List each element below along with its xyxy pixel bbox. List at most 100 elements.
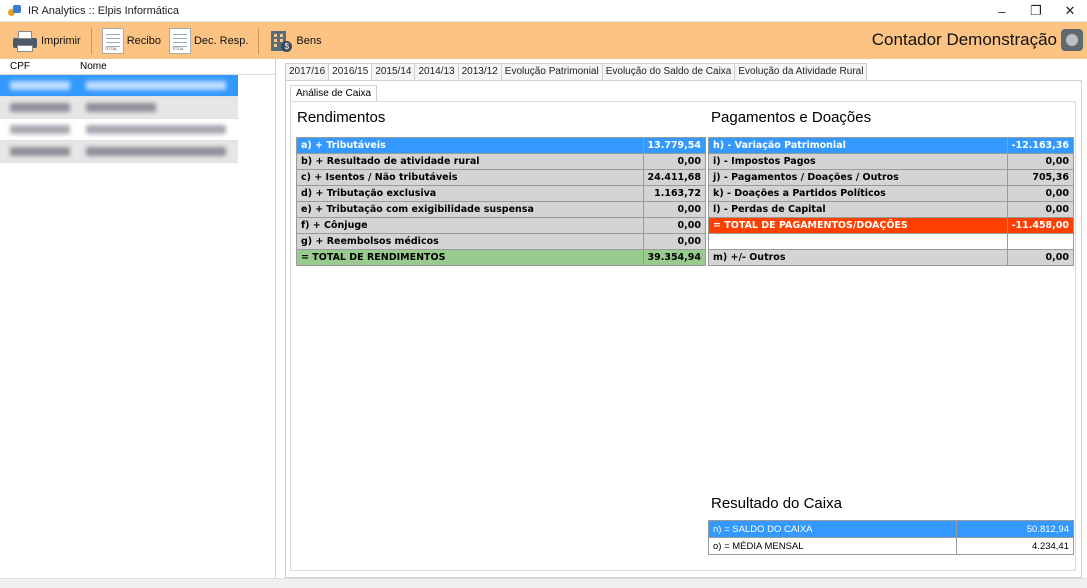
client-list-header: CPF Nome <box>0 59 275 75</box>
row-value: 0,00 <box>1006 153 1075 170</box>
table-row[interactable]: k) - Doações a Partidos Políticos 0,00 <box>708 185 1075 202</box>
minimize-button[interactable]: – <box>985 0 1019 22</box>
rendimentos-title: Rendimentos <box>297 109 386 126</box>
table-row[interactable]: e) + Tributação com exigibilidade suspen… <box>296 201 706 218</box>
redacted-cpf <box>10 125 70 134</box>
row-label: g) + Reembolsos médicos <box>296 233 644 250</box>
row-value: -11.458,00 <box>1006 217 1075 234</box>
row-value: 0,00 <box>1006 185 1075 202</box>
printer-icon <box>12 30 38 52</box>
table-row[interactable]: g) + Reembolsos médicos 0,00 <box>296 233 706 250</box>
row-value <box>1006 233 1075 250</box>
row-label: l) - Perdas de Capital <box>708 201 1008 218</box>
print-label: Imprimir <box>41 34 81 47</box>
dec-resp-doc-text: TOTAL <box>171 45 185 51</box>
pagamentos-table: h) - Variação Patrimonial -12.163,36 i) -… <box>708 137 1075 266</box>
row-value: 0,00 <box>1006 201 1075 218</box>
user-name: Contador Demonstração <box>871 30 1057 49</box>
row-value: 1.163,72 <box>642 185 706 202</box>
table-row[interactable]: f) + Cônjuge 0,00 <box>296 217 706 234</box>
table-row[interactable]: n) = SALDO DO CAIXA 50.812,94 <box>708 520 1075 538</box>
tab-analise-de-caixa[interactable]: Análise de Caixa <box>290 85 378 101</box>
toolbar: Imprimir TOTAL Recibo TOTAL Dec. Resp. $… <box>0 22 1087 59</box>
receipt-document-icon: TOTAL <box>101 27 124 54</box>
table-row[interactable]: m) +/- Outros 0,00 <box>708 249 1075 266</box>
column-header-cpf[interactable]: CPF <box>0 59 70 74</box>
toolbar-separator <box>258 27 260 54</box>
row-value: 50.812,94 <box>955 520 1075 538</box>
row-label: b) + Resultado de atividade rural <box>296 153 644 170</box>
row-label: e) + Tributação com exigibilidade suspen… <box>296 201 644 218</box>
total-row[interactable]: = TOTAL DE PAGAMENTOS/DOAÇÕES -11.458,00 <box>708 217 1075 234</box>
redacted-name <box>86 125 226 134</box>
row-label: = TOTAL DE RENDIMENTOS <box>296 249 644 266</box>
tab-2013-12[interactable]: 2013/12 <box>457 63 502 80</box>
table-row[interactable]: o) = MÉDIA MENSAL 4.234,41 <box>708 537 1075 555</box>
row-value: 0,00 <box>642 217 706 234</box>
row-label: d) + Tributação exclusiva <box>296 185 644 202</box>
user-avatar-icon[interactable] <box>1061 29 1083 51</box>
column-header-nome[interactable]: Nome <box>70 59 107 74</box>
tab-2016-15[interactable]: 2016/15 <box>328 63 373 81</box>
table-row[interactable]: i) - Impostos Pagos 0,00 <box>708 153 1075 170</box>
tab-evolucao-atividade-rural[interactable]: Evolução da Atividade Rural <box>734 63 868 80</box>
redacted-name <box>86 147 226 156</box>
toolbar-separator <box>90 27 92 54</box>
client-row[interactable] <box>0 119 238 141</box>
print-button[interactable]: Imprimir <box>8 26 85 56</box>
table-row[interactable]: j) - Pagamentos / Doações / Outros 705,36 <box>708 169 1075 186</box>
row-label <box>708 233 1008 250</box>
receipt-button[interactable]: TOTAL Recibo <box>98 26 165 56</box>
redacted-name <box>86 103 156 112</box>
client-row[interactable] <box>0 141 238 163</box>
bens-label: Bens <box>296 34 322 47</box>
row-label: n) = SALDO DO CAIXA <box>708 520 957 538</box>
table-row[interactable]: h) - Variação Patrimonial -12.163,36 <box>708 137 1075 154</box>
tab-2014-13[interactable]: 2014/13 <box>414 63 459 80</box>
redacted-cpf <box>10 103 70 112</box>
dec-resp-button[interactable]: TOTAL Dec. Resp. <box>165 26 252 56</box>
resultado-table: n) = SALDO DO CAIXA 50.812,94 o) = MÉDIA … <box>708 520 1075 555</box>
client-list-panel: CPF Nome <box>0 59 276 579</box>
row-value: 0,00 <box>1006 249 1075 266</box>
tab-2017-16[interactable]: 2017/16 <box>285 63 330 80</box>
tab-2015-14[interactable]: 2015/14 <box>371 63 416 80</box>
row-value: 4.234,41 <box>955 537 1075 555</box>
dec-resp-document-icon: TOTAL <box>168 27 191 54</box>
tab-evolucao-saldo-caixa[interactable]: Evolução do Saldo de Caixa <box>601 63 736 80</box>
redacted-cpf <box>10 81 70 90</box>
row-label: i) - Impostos Pagos <box>708 153 1008 170</box>
client-row[interactable] <box>0 97 238 119</box>
table-row[interactable]: b) + Resultado de atividade rural 0,00 <box>296 153 706 170</box>
row-label: c) + Isentos / Não tributáveis <box>296 169 644 186</box>
resultado-title: Resultado do Caixa <box>711 495 842 512</box>
dec-resp-label: Dec. Resp. <box>193 34 249 47</box>
client-row-selected[interactable] <box>0 75 238 97</box>
row-label: h) - Variação Patrimonial <box>708 137 1008 154</box>
title-bar: IR Analytics :: Elpis Informática – ❐ ✕ <box>0 0 1087 22</box>
total-row[interactable]: = TOTAL DE RENDIMENTOS 39.354,94 <box>296 249 706 266</box>
bens-button[interactable]: $ Bens <box>265 26 325 56</box>
table-row[interactable]: l) - Perdas de Capital 0,00 <box>708 201 1075 218</box>
row-value: 705,36 <box>1006 169 1075 186</box>
tab-evolucao-patrimonial[interactable]: Evolução Patrimonial <box>500 63 603 80</box>
row-label: a) + Tributáveis <box>296 137 644 154</box>
row-label: k) - Doações a Partidos Políticos <box>708 185 1008 202</box>
row-value: 39.354,94 <box>642 249 706 266</box>
row-label: j) - Pagamentos / Doações / Outros <box>708 169 1008 186</box>
status-bar <box>0 578 1087 588</box>
close-button[interactable]: ✕ <box>1053 0 1087 22</box>
row-label: = TOTAL DE PAGAMENTOS/DOAÇÕES <box>708 217 1008 234</box>
pagamentos-title: Pagamentos e Doações <box>711 109 872 126</box>
receipt-doc-text: TOTAL <box>104 45 118 51</box>
restore-button[interactable]: ❐ <box>1019 0 1053 22</box>
table-row[interactable]: c) + Isentos / Não tributáveis 24.411,68 <box>296 169 706 186</box>
year-tabs: 2017/16 2016/15 2015/14 2014/13 2013/12 … <box>285 63 868 81</box>
app-logo-icon <box>8 4 22 18</box>
table-row[interactable]: d) + Tributação exclusiva 1.163,72 <box>296 185 706 202</box>
row-value: 24.411,68 <box>642 169 706 186</box>
table-row[interactable]: a) + Tributáveis 13.779,54 <box>296 137 706 154</box>
row-label: m) +/- Outros <box>708 249 1008 266</box>
redacted-cpf <box>10 147 70 156</box>
redacted-name <box>86 81 226 90</box>
